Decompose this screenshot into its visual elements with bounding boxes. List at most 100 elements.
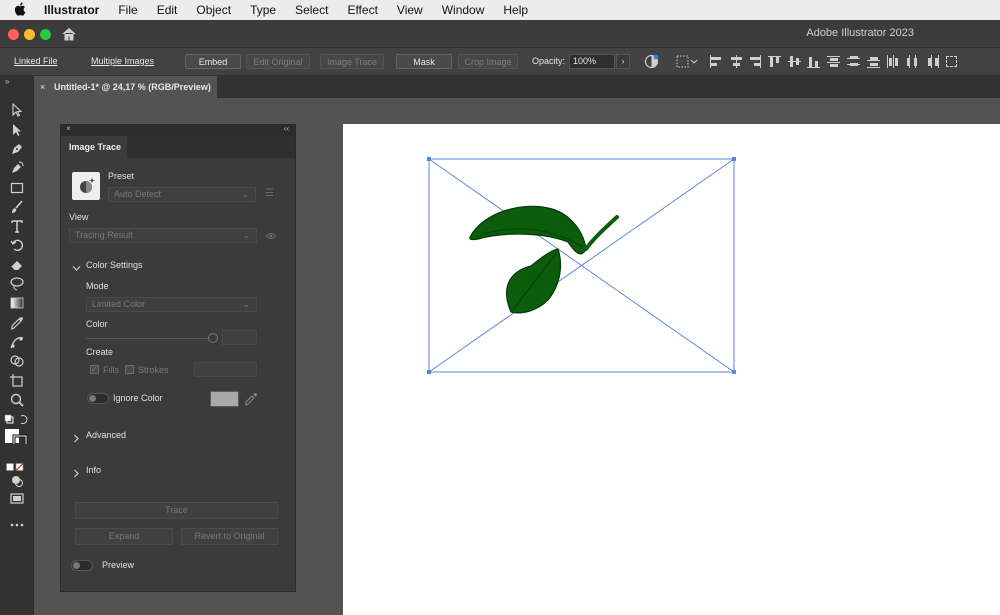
chevron-down-icon[interactable] xyxy=(72,260,81,271)
menu-effect[interactable]: Effect xyxy=(347,3,377,17)
opacity-input[interactable]: 100% xyxy=(569,54,615,69)
handle-top-right[interactable] xyxy=(732,157,736,161)
eyedropper-tool-icon[interactable] xyxy=(9,315,25,331)
stroke-width-input[interactable] xyxy=(194,362,257,377)
apple-icon[interactable] xyxy=(14,2,30,19)
crop-image-button[interactable]: Crop Image xyxy=(458,54,518,69)
color-slider-thumb[interactable] xyxy=(208,333,218,343)
menu-help[interactable]: Help xyxy=(503,3,528,17)
align-vcenter-icon[interactable] xyxy=(787,55,802,68)
info-section[interactable]: Info xyxy=(86,465,101,475)
linked-file-link[interactable]: Linked File xyxy=(14,54,58,69)
recolor-icon[interactable] xyxy=(644,54,659,69)
chevron-right-icon[interactable] xyxy=(72,465,81,478)
fill-stroke-swatch-icon[interactable] xyxy=(4,414,30,450)
chevron-right-icon[interactable] xyxy=(72,430,81,443)
trace-button[interactable]: Trace xyxy=(75,502,278,519)
align-icons-group xyxy=(709,55,965,68)
pen-tool-icon[interactable] xyxy=(9,141,25,157)
close-document-icon[interactable]: × xyxy=(40,76,45,98)
distribute-hcenter-icon[interactable] xyxy=(906,55,920,68)
menu-file[interactable]: File xyxy=(118,3,137,17)
handle-bottom-right[interactable] xyxy=(732,370,736,374)
home-icon[interactable] xyxy=(61,26,77,42)
expand-button[interactable]: Expand xyxy=(75,528,173,545)
align-left-icon[interactable] xyxy=(709,55,723,68)
color-mode-icons[interactable] xyxy=(6,459,30,471)
eyedropper-icon[interactable] xyxy=(244,392,258,406)
eye-icon[interactable] xyxy=(265,229,277,241)
menu-select[interactable]: Select xyxy=(295,3,328,17)
color-settings-section[interactable]: Color Settings xyxy=(86,260,143,270)
color-count-input[interactable] xyxy=(222,330,257,345)
distribute-top-icon[interactable] xyxy=(827,55,841,68)
ignore-color-toggle[interactable] xyxy=(87,393,109,404)
preset-menu-icon[interactable]: ☰ xyxy=(265,188,274,199)
shape-builder-tool-icon[interactable] xyxy=(9,353,25,369)
auto-detect-preset-icon[interactable] xyxy=(72,172,100,200)
artboard[interactable] xyxy=(343,124,1000,615)
draw-mode-icon[interactable] xyxy=(9,473,25,489)
image-trace-button[interactable]: Image Trace xyxy=(320,54,384,69)
artboard-tool-icon[interactable] xyxy=(9,373,25,389)
mask-button[interactable]: Mask xyxy=(396,54,452,69)
type-tool-icon[interactable] xyxy=(9,218,25,234)
handle-bottom-left[interactable] xyxy=(427,370,431,374)
lasso-tool-icon[interactable] xyxy=(9,276,25,292)
tab-image-trace[interactable]: Image Trace xyxy=(61,136,127,158)
mode-label: Mode xyxy=(86,281,109,291)
opacity-arrow-button[interactable]: › xyxy=(616,54,630,69)
expand-toolbar-icon[interactable]: » xyxy=(5,77,9,86)
selection-tool-icon[interactable] xyxy=(9,102,25,118)
color-slider-track[interactable] xyxy=(86,338,214,339)
window-close-button[interactable] xyxy=(8,29,19,40)
window-minimize-button[interactable] xyxy=(24,29,35,40)
gradient-tool-icon[interactable] xyxy=(9,295,25,311)
menu-type[interactable]: Type xyxy=(250,3,276,17)
distribute-right-icon[interactable] xyxy=(926,55,940,68)
more-tools-icon[interactable] xyxy=(9,517,25,533)
advanced-section[interactable]: Advanced xyxy=(86,430,126,440)
preset-value: Auto Detect xyxy=(114,189,162,199)
embed-button[interactable]: Embed xyxy=(185,54,241,69)
strokes-checkbox[interactable] xyxy=(125,365,134,374)
align-right-icon[interactable] xyxy=(748,55,762,68)
panel-collapse-icon[interactable]: ‹‹ xyxy=(284,124,289,133)
menu-window[interactable]: Window xyxy=(442,3,485,17)
align-hcenter-icon[interactable] xyxy=(729,55,743,68)
mode-select[interactable]: Limited Color ⌄ xyxy=(86,297,257,312)
direct-selection-tool-icon[interactable] xyxy=(9,122,25,138)
align-bottom-icon[interactable] xyxy=(807,55,821,68)
rectangle-tool-icon[interactable] xyxy=(9,180,25,196)
menu-app-illustrator[interactable]: Illustrator xyxy=(44,3,99,17)
handle-top-left[interactable] xyxy=(427,157,431,161)
screen-mode-icon[interactable] xyxy=(9,491,25,507)
distribute-left-icon[interactable] xyxy=(886,55,900,68)
revert-to-original-button[interactable]: Revert to Original xyxy=(181,528,278,545)
menu-object[interactable]: Object xyxy=(196,3,231,17)
distribute-vcenter-icon[interactable] xyxy=(846,55,861,68)
ignore-color-swatch[interactable] xyxy=(210,391,239,407)
align-to-icon[interactable] xyxy=(945,55,959,68)
placed-image[interactable] xyxy=(343,124,1000,615)
menu-view[interactable]: View xyxy=(397,3,423,17)
panel-close-icon[interactable]: × xyxy=(66,124,71,133)
preview-toggle[interactable] xyxy=(71,560,93,571)
fills-checkbox[interactable]: ✓ xyxy=(90,365,99,374)
edit-original-button[interactable]: Edit Original xyxy=(246,54,310,69)
window-zoom-button[interactable] xyxy=(40,29,51,40)
rotate-tool-icon[interactable] xyxy=(9,237,25,253)
align-top-icon[interactable] xyxy=(768,55,782,68)
preset-select[interactable]: Auto Detect ⌄ xyxy=(108,187,256,202)
menu-edit[interactable]: Edit xyxy=(157,3,178,17)
eraser-tool-icon[interactable] xyxy=(9,257,25,273)
transform-grid-icon[interactable] xyxy=(676,55,698,68)
view-select[interactable]: Tracing Result ⌄ xyxy=(69,228,257,243)
distribute-bottom-icon[interactable] xyxy=(866,55,881,68)
curvature-tool-icon[interactable] xyxy=(9,160,25,176)
paintbrush-tool-icon[interactable] xyxy=(9,199,25,215)
document-tab[interactable]: × Untitled-1* @ 24,17 % (RGB/Preview) xyxy=(34,76,217,98)
blend-tool-icon[interactable] xyxy=(9,334,25,350)
multiple-images-link[interactable]: Multiple Images xyxy=(91,54,154,69)
zoom-tool-icon[interactable] xyxy=(9,392,25,408)
